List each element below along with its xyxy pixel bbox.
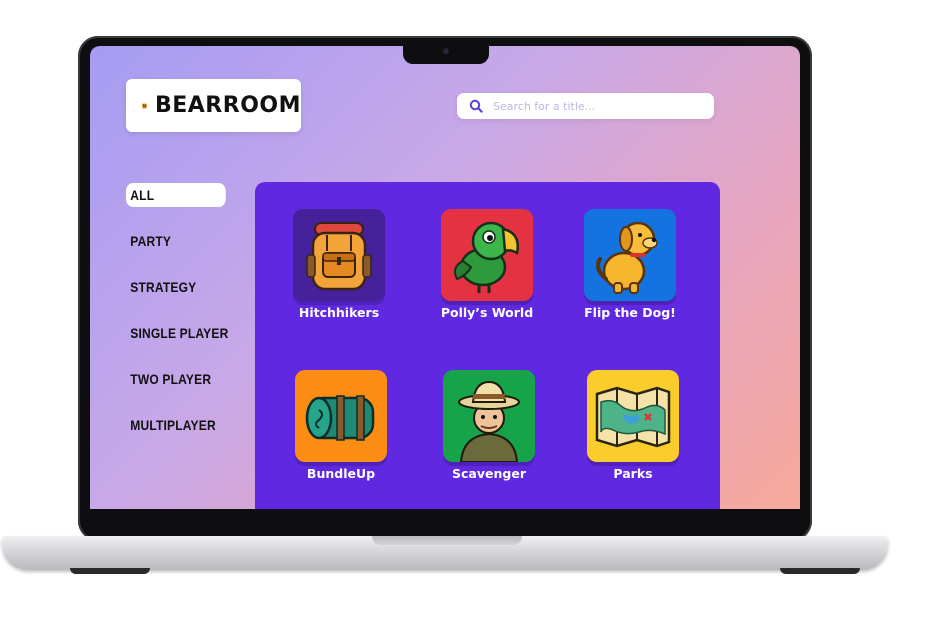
game-grid: Hitchhikers Polly’s World Flip the Dog! …: [255, 182, 720, 509]
camera-notch: [403, 40, 489, 64]
category-strategy[interactable]: STRATEGY: [126, 275, 212, 299]
camera-icon: [443, 48, 449, 54]
backpack-icon: [306, 222, 372, 291]
game-tile[interactable]: [441, 209, 533, 301]
search-icon: [469, 99, 483, 113]
map-icon: [595, 386, 671, 448]
game-card-hitchhikers[interactable]: Hitchhikers: [269, 209, 409, 320]
dog-icon: [596, 221, 658, 294]
game-title: Parks: [613, 466, 653, 481]
game-card-pollys-world[interactable]: Polly’s World: [417, 209, 557, 320]
brand-name: BEARROOM: [154, 93, 301, 118]
game-title: Hitchhikers: [298, 305, 380, 320]
laptop-foot-left: [70, 568, 150, 574]
screen-bezel-bottom: [90, 509, 800, 521]
app-screen: BEARROOM ALL PARTY STRATEGY SINGLE PLAYE…: [90, 46, 800, 509]
game-tile[interactable]: [584, 209, 676, 301]
category-multiplayer[interactable]: MULTIPLAYER: [126, 413, 215, 437]
category-single-player[interactable]: SINGLE PLAYER: [126, 321, 228, 345]
game-tile[interactable]: [587, 370, 679, 462]
sleeping-bag-icon: [305, 395, 375, 441]
game-title: BundleUp: [306, 466, 376, 481]
search-bar[interactable]: [457, 93, 714, 119]
game-title: Flip the Dog!: [584, 305, 676, 320]
category-all[interactable]: ALL: [126, 183, 226, 207]
parrot-icon: [454, 221, 519, 293]
brand-logo[interactable]: BEARROOM: [126, 79, 301, 132]
category-two-player[interactable]: TWO PLAYER: [126, 367, 212, 391]
game-tile[interactable]: [293, 209, 385, 301]
game-title: Polly’s World: [440, 305, 534, 320]
explorer-icon: [458, 380, 520, 462]
bear-icon: [142, 103, 147, 108]
laptop-foot-right: [780, 568, 860, 574]
category-party[interactable]: PARTY: [126, 229, 212, 253]
game-card-bundleup[interactable]: BundleUp: [271, 370, 411, 481]
base-groove: [372, 536, 522, 545]
game-title: Scavenger: [452, 466, 526, 481]
game-card-parks[interactable]: Parks: [563, 370, 703, 481]
game-tile[interactable]: [295, 370, 387, 462]
laptop-base: [2, 536, 888, 570]
search-input[interactable]: [491, 98, 695, 114]
game-card-flip-the-dog[interactable]: Flip the Dog!: [560, 209, 700, 320]
game-card-scavenger[interactable]: Scavenger: [419, 370, 559, 481]
game-tile[interactable]: [443, 370, 535, 462]
